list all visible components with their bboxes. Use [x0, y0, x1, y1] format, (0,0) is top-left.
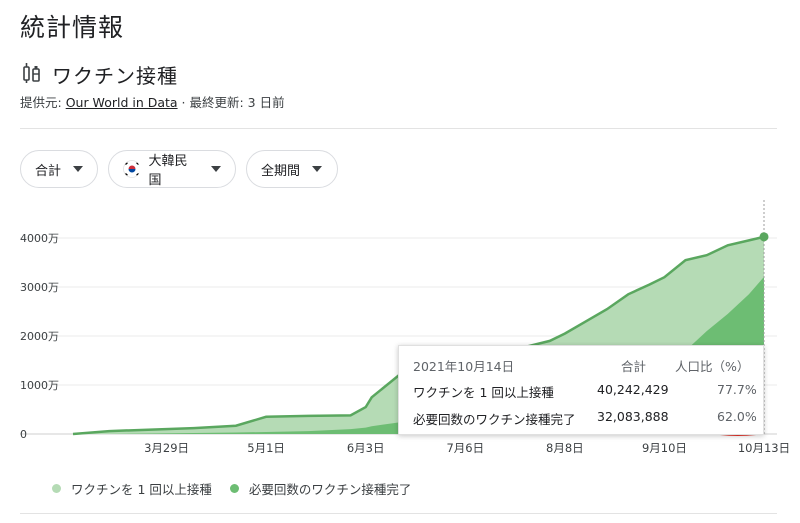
section-header: ワクチン接種 — [22, 60, 178, 89]
x-tick-label: 7月6日 — [446, 441, 484, 455]
y-tick-label: 3000万 — [20, 281, 59, 294]
country-dropdown-label: 大韓民国 — [148, 154, 188, 188]
y-tick-label: 1000万 — [20, 379, 59, 392]
section-title: ワクチン接種 — [52, 64, 178, 88]
source-line: 提供元: Our World in Data · 最終更新: 3 日前 — [20, 92, 285, 111]
syringe-icon — [22, 62, 42, 88]
x-tick-label: 5月1日 — [247, 441, 285, 455]
period-dropdown-label: 全期間 — [261, 163, 301, 179]
chart-legend: ワクチンを 1 回以上接種 必要回数のワクチン接種完了 — [52, 479, 411, 498]
chevron-down-icon — [312, 166, 323, 172]
metric-dropdown-label: 合計 — [35, 163, 62, 179]
tooltip-row: 必要回数のワクチン接種完了 32,083,888 62.0% — [413, 409, 763, 429]
last-updated: · 最終更新: 3 日前 — [177, 95, 285, 110]
tooltip-row-pct: 62.0% — [717, 409, 757, 424]
y-tick-label: 4000万 — [20, 232, 59, 245]
y-axis-labels: 0 1000万 2000万 3000万 4000万 — [20, 232, 59, 441]
tooltip-col-total: 合計 — [621, 359, 647, 374]
y-tick-label: 2000万 — [20, 330, 59, 343]
source-link[interactable]: Our World in Data — [66, 95, 178, 110]
legend-swatch — [52, 484, 61, 493]
tooltip-row-label: ワクチンを 1 回以上接種 — [413, 385, 554, 400]
country-dropdown[interactable]: 大韓民国 — [108, 150, 236, 188]
x-axis-labels: 3月29日 5月1日 6月3日 7月6日 8月8日 9月10日 10月13日 — [144, 441, 790, 455]
tooltip-date: 2021年10月14日 — [413, 359, 515, 374]
tooltip-row-label: 必要回数のワクチン接種完了 — [413, 412, 576, 427]
metric-dropdown[interactable]: 合計 — [20, 150, 98, 188]
x-tick-label: 10月13日 — [738, 441, 790, 455]
x-tick-label: 8月8日 — [546, 441, 584, 455]
x-tick-label: 6月3日 — [347, 441, 385, 455]
tooltip-row-value: 32,083,888 — [597, 409, 669, 424]
tooltip-row-value: 40,242,429 — [597, 382, 669, 397]
legend-label[interactable]: ワクチンを 1 回以上接種 — [71, 479, 212, 498]
chevron-down-icon — [73, 166, 83, 172]
x-tick-label: 3月29日 — [144, 441, 189, 455]
x-tick-label: 9月10日 — [642, 441, 687, 455]
tooltip-row: ワクチンを 1 回以上接種 40,242,429 77.7% — [413, 382, 763, 402]
y-tick-label: 0 — [20, 428, 27, 441]
page-title: 統計情報 — [20, 13, 125, 42]
chevron-down-icon — [211, 166, 221, 172]
period-dropdown[interactable]: 全期間 — [246, 150, 338, 188]
tooltip-header: 2021年10月14日 合計 人口比（%） — [413, 356, 763, 376]
legend-label[interactable]: 必要回数のワクチン接種完了 — [249, 479, 412, 498]
divider — [20, 128, 777, 129]
hover-point — [759, 232, 769, 242]
divider — [20, 513, 777, 514]
south-korea-flag-icon — [123, 160, 141, 178]
tooltip-col-ratio: 人口比（%） — [675, 359, 750, 374]
source-prefix: 提供元: — [20, 95, 66, 110]
legend-swatch — [229, 484, 239, 493]
chart-tooltip: 2021年10月14日 合計 人口比（%） ワクチンを 1 回以上接種 40,2… — [398, 345, 764, 435]
tooltip-row-pct: 77.7% — [717, 382, 757, 397]
